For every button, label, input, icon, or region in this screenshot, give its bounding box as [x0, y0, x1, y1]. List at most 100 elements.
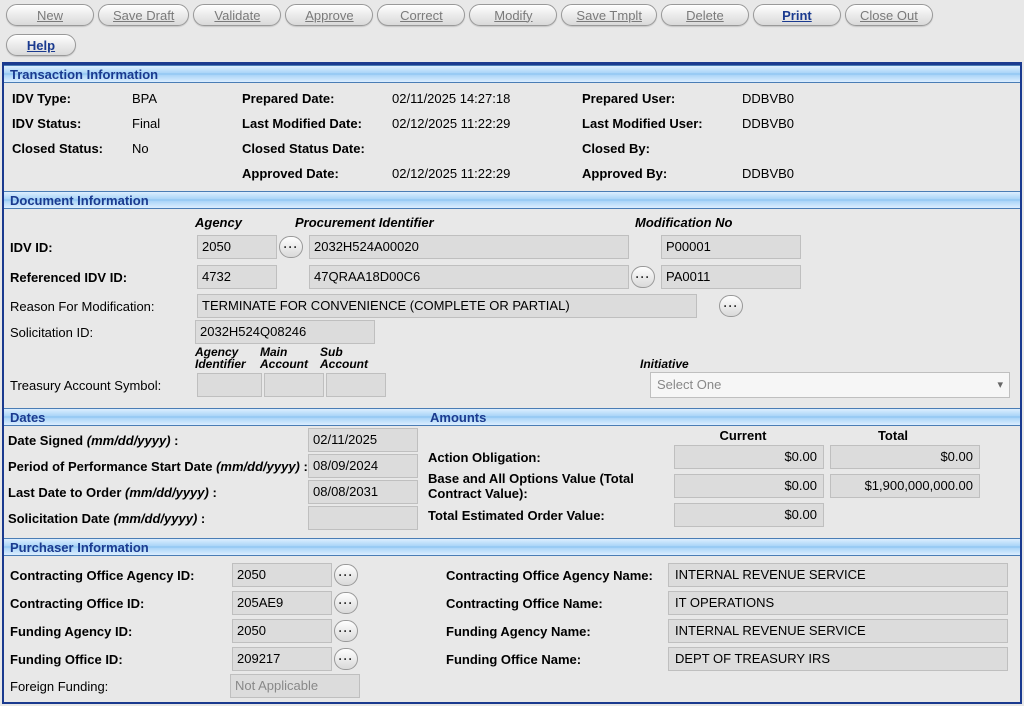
reason-lookup-button[interactable]: ···	[719, 295, 743, 317]
amounts-column: Current Total Action Obligation: $0.00 $…	[424, 426, 1020, 538]
tas-sub-account-field[interactable]	[326, 373, 386, 397]
fund-office-id-field: 209217	[232, 647, 332, 671]
approved-date-value: 02/12/2025 11:22:29	[392, 166, 582, 181]
date-signed-field: 02/11/2025	[308, 428, 418, 452]
save-tmplt-button[interactable]: Save Tmplt	[561, 4, 657, 26]
idv-type-label: IDV Type:	[12, 91, 132, 106]
co-name-label: Contracting Office Name:	[446, 596, 666, 611]
solicitation-date-label: Solicitation Date (mm/dd/yyyy) :	[8, 511, 308, 526]
co-agency-id-label: Contracting Office Agency ID:	[10, 568, 230, 583]
amounts-header: Amounts	[424, 408, 1020, 426]
validate-button[interactable]: Validate	[193, 4, 281, 26]
co-id-field: 205AE9	[232, 591, 332, 615]
action-obligation-total: $0.00	[830, 445, 980, 469]
co-agency-id-field: 2050	[232, 563, 332, 587]
amounts-current-header: Current	[668, 428, 818, 443]
idv-agency-field: 2050	[197, 235, 277, 259]
dates-header: Dates	[4, 408, 424, 426]
closed-status-value: No	[132, 141, 242, 156]
chevron-down-icon: ▾	[997, 376, 1003, 394]
main-form: Transaction Information IDV Type: BPA Pr…	[2, 62, 1022, 704]
base-options-label: Base and All Options Value (Total Contra…	[428, 471, 668, 501]
last-mod-user-label: Last Modified User:	[582, 116, 742, 131]
approved-date-label: Approved Date:	[242, 166, 392, 181]
closed-by-label: Closed By:	[582, 141, 742, 156]
idv-status-value: Final	[132, 116, 242, 131]
delete-button[interactable]: Delete	[661, 4, 749, 26]
prepared-date-label: Prepared Date:	[242, 91, 392, 106]
total-est-order-label: Total Estimated Order Value:	[428, 508, 668, 523]
co-id-lookup-button[interactable]: ···	[334, 592, 358, 614]
last-mod-date-label: Last Modified Date:	[242, 116, 392, 131]
closed-status-date-label: Closed Status Date:	[242, 141, 392, 156]
pop-start-label: Period of Performance Start Date (mm/dd/…	[8, 459, 308, 474]
co-name-field: IT OPERATIONS	[668, 591, 1008, 615]
date-signed-label: Date Signed (mm/dd/yyyy) :	[8, 433, 308, 448]
action-obligation-current: $0.00	[674, 445, 824, 469]
last-order-label: Last Date to Order (mm/dd/yyyy) :	[8, 485, 308, 500]
approve-button[interactable]: Approve	[285, 4, 373, 26]
amounts-total-header: Total	[818, 428, 968, 443]
tas-agency-identifier-header: Agency Identifier	[195, 346, 260, 370]
last-order-field: 08/08/2031	[308, 480, 418, 504]
base-options-current: $0.00	[674, 474, 824, 498]
reason-label: Reason For Modification:	[10, 299, 195, 314]
total-est-order-current: $0.00	[674, 503, 824, 527]
tas-main-account-field[interactable]	[264, 373, 324, 397]
foreign-funding-field: Not Applicable	[230, 674, 360, 698]
solicitation-label: Solicitation ID:	[10, 325, 195, 340]
col-modno-header: Modification No	[635, 215, 795, 230]
document-body: Agency Procurement Identifier Modificati…	[4, 209, 1020, 408]
idv-id-label: IDV ID:	[10, 240, 195, 255]
transaction-header: Transaction Information	[4, 65, 1020, 83]
co-agency-name-field: INTERNAL REVENUE SERVICE	[668, 563, 1008, 587]
close-out-button[interactable]: Close Out	[845, 4, 933, 26]
closed-status-label: Closed Status:	[12, 141, 132, 156]
initiative-select-value: Select One	[657, 376, 721, 394]
last-mod-user-value: DDBVB0	[742, 116, 942, 131]
last-mod-date-value: 02/12/2025 11:22:29	[392, 116, 582, 131]
fund-office-id-lookup-button[interactable]: ···	[334, 648, 358, 670]
dates-column: Date Signed (mm/dd/yyyy) : 02/11/2025 Pe…	[4, 426, 424, 538]
modify-button[interactable]: Modify	[469, 4, 557, 26]
save-draft-button[interactable]: Save Draft	[98, 4, 189, 26]
fund-agency-id-field: 2050	[232, 619, 332, 643]
col-piid-header: Procurement Identifier	[295, 215, 635, 230]
fund-agency-name-label: Funding Agency Name:	[446, 624, 666, 639]
idv-status-label: IDV Status:	[12, 116, 132, 131]
co-agency-name-label: Contracting Office Agency Name:	[446, 568, 666, 583]
ref-idv-label: Referenced IDV ID:	[10, 270, 195, 285]
document-header: Document Information	[4, 191, 1020, 209]
tas-label: Treasury Account Symbol:	[10, 378, 195, 393]
help-button[interactable]: Help	[6, 34, 76, 56]
fund-agency-name-field: INTERNAL REVENUE SERVICE	[668, 619, 1008, 643]
idv-agency-lookup-button[interactable]: ···	[279, 236, 303, 258]
fund-office-id-label: Funding Office ID:	[10, 652, 230, 667]
fund-agency-id-lookup-button[interactable]: ···	[334, 620, 358, 642]
purchaser-header: Purchaser Information	[4, 538, 1020, 556]
ref-piid-field: 47QRAA18D00C6	[309, 265, 629, 289]
tas-agency-identifier-field[interactable]	[197, 373, 262, 397]
co-agency-id-lookup-button[interactable]: ···	[334, 564, 358, 586]
foreign-funding-label: Foreign Funding:	[10, 679, 230, 694]
idv-type-value: BPA	[132, 91, 242, 106]
tas-sub-account-header: Sub Account	[320, 346, 380, 370]
initiative-header: Initiative	[640, 358, 760, 370]
solicitation-field: 2032H524Q08246	[195, 320, 375, 344]
fund-office-name-label: Funding Office Name:	[446, 652, 666, 667]
transaction-body: IDV Type: BPA Prepared Date: 02/11/2025 …	[4, 83, 1020, 191]
ref-agency-field: 4732	[197, 265, 277, 289]
toolbar: New Save Draft Validate Approve Correct …	[0, 0, 1024, 60]
print-button[interactable]: Print	[753, 4, 841, 26]
correct-button[interactable]: Correct	[377, 4, 465, 26]
ref-piid-lookup-button[interactable]: ···	[631, 266, 655, 288]
idv-mod-field: P00001	[661, 235, 801, 259]
action-obligation-label: Action Obligation:	[428, 450, 668, 465]
initiative-select[interactable]: Select One ▾	[650, 372, 1010, 398]
fund-office-name-field: DEPT OF TREASURY IRS	[668, 647, 1008, 671]
new-button[interactable]: New	[6, 4, 94, 26]
prepared-date-value: 02/11/2025 14:27:18	[392, 91, 582, 106]
approved-by-value: DDBVB0	[742, 166, 942, 181]
pop-start-field: 08/09/2024	[308, 454, 418, 478]
prepared-user-label: Prepared User:	[582, 91, 742, 106]
